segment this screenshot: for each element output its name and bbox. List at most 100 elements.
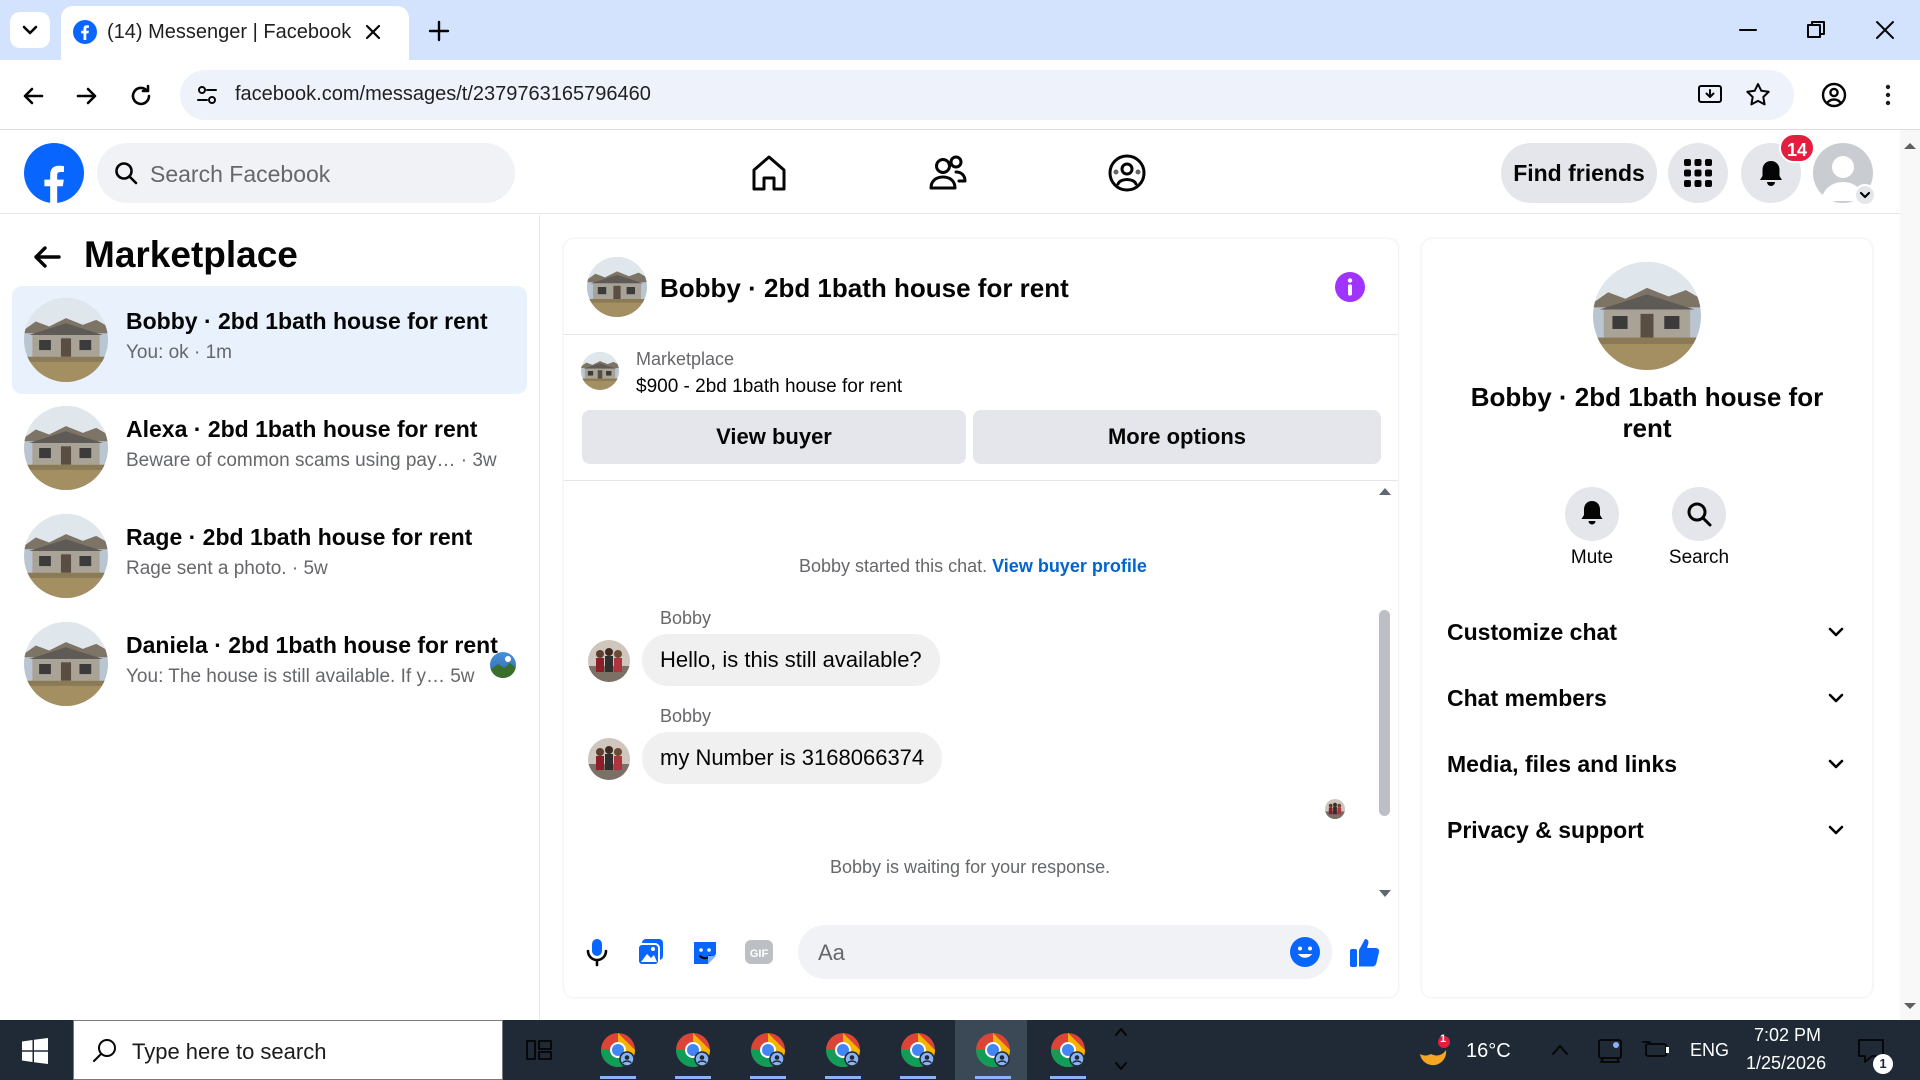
clock-date[interactable]: 1/25/2026 <box>1746 1053 1826 1074</box>
menu-grid-button[interactable] <box>1668 143 1728 203</box>
url-text[interactable]: facebook.com/messages/t/2379763165796460 <box>235 83 651 106</box>
media-files-links-row[interactable]: Media, files and links <box>1447 739 1847 789</box>
mute-button[interactable] <box>1565 487 1619 541</box>
address-bar[interactable]: facebook.com/messages/t/2379763165796460 <box>180 70 1794 120</box>
gif-icon[interactable]: GIF <box>744 938 774 966</box>
seen-receipt-avatar <box>1325 799 1345 819</box>
battery-icon[interactable] <box>1642 1036 1672 1064</box>
conversation-avatar <box>24 406 108 490</box>
scroll-down-icon[interactable] <box>1378 888 1392 900</box>
like-thumb-icon[interactable] <box>1348 935 1382 969</box>
conversation-item[interactable]: Daniela · 2bd 1bath house for rent You: T… <box>12 610 527 718</box>
weather-temp[interactable]: 16°C <box>1466 1040 1511 1063</box>
waiting-notice: Bobby is waiting for your response. <box>830 857 1111 877</box>
new-tab-icon[interactable] <box>426 18 452 44</box>
taskbar-search[interactable]: Type here to search <box>73 1020 503 1080</box>
facebook-favicon-icon <box>72 19 98 45</box>
message-scrollbar[interactable] <box>1379 610 1390 816</box>
tab-search-button[interactable] <box>10 12 50 48</box>
sender-avatar[interactable] <box>588 640 630 682</box>
chrome-app-icon[interactable] <box>673 1030 713 1070</box>
app-running-indicator <box>825 1076 861 1079</box>
view-buyer-button[interactable]: View buyer <box>582 410 966 464</box>
more-options-button[interactable]: More options <box>973 410 1381 464</box>
page-scrollbar[interactable] <box>1900 130 1920 1020</box>
close-tab-icon[interactable] <box>361 20 385 44</box>
privacy-support-row[interactable]: Privacy & support <box>1447 805 1847 855</box>
chat-info-icon[interactable] <box>1334 271 1366 303</box>
view-buyer-profile-link[interactable]: View buyer profile <box>992 556 1147 576</box>
site-info-icon[interactable] <box>194 82 220 108</box>
taskbar-scroll-up-icon[interactable] <box>1113 1024 1129 1040</box>
message-input-placeholder: Aa <box>818 940 845 965</box>
conversation-preview: Beware of common scams using pay… · 3w <box>126 450 497 471</box>
home-nav-icon[interactable] <box>746 150 792 196</box>
section-label: Media, files and links <box>1447 751 1678 777</box>
sticker-icon[interactable] <box>690 936 720 968</box>
conversation-avatar <box>24 298 108 382</box>
reload-icon[interactable] <box>126 81 156 111</box>
tray-overflow-icon[interactable] <box>1550 1040 1570 1060</box>
profile-icon[interactable] <box>1819 80 1849 110</box>
chat-title[interactable]: Bobby · 2bd 1bath house for rent <box>660 273 1069 304</box>
chrome-app-icon[interactable] <box>898 1030 938 1070</box>
search-icon <box>1685 500 1713 528</box>
close-window-icon[interactable] <box>1873 18 1897 42</box>
clock-time[interactable]: 7:02 PM <box>1754 1025 1821 1046</box>
facebook-search-input[interactable]: Search Facebook <box>97 143 515 203</box>
listing-thumbnail[interactable] <box>581 352 619 390</box>
search-icon <box>91 1037 119 1065</box>
sender-avatar[interactable] <box>588 738 630 780</box>
browser-tab[interactable]: (14) Messenger | Facebook <box>61 6 409 60</box>
chrome-app-icon[interactable] <box>598 1030 638 1070</box>
restore-icon[interactable] <box>1804 18 1828 42</box>
minimize-icon[interactable] <box>1736 18 1760 42</box>
notification-badge: 14 <box>1779 133 1816 163</box>
seen-avatar <box>490 652 516 678</box>
chat-avatar[interactable] <box>587 257 647 317</box>
facebook-logo-icon[interactable] <box>23 142 85 204</box>
account-chevron-icon[interactable] <box>1854 184 1876 206</box>
chrome-app-icon[interactable] <box>823 1030 863 1070</box>
message-bubble[interactable]: my Number is 3168066374 <box>642 732 943 784</box>
conversation-preview: You: The house is still available. If y…… <box>126 666 475 687</box>
message-bubble[interactable]: Hello, is this still available? <box>642 634 940 686</box>
browser-menu-icon[interactable] <box>1873 80 1903 110</box>
install-app-icon[interactable] <box>1696 82 1724 108</box>
chrome-app-icon[interactable] <box>748 1030 788 1070</box>
windows-start-icon[interactable] <box>22 1038 48 1064</box>
scroll-up-icon[interactable] <box>1378 485 1392 497</box>
message-input[interactable]: Aa <box>798 925 1332 979</box>
taskbar-search-placeholder: Type here to search <box>132 1039 327 1064</box>
language-indicator[interactable]: ENG <box>1690 1040 1729 1061</box>
customize-chat-row[interactable]: Customize chat <box>1447 607 1847 657</box>
conversation-preview: You: ok · 1m <box>126 342 232 363</box>
bookmark-star-icon[interactable] <box>1744 81 1772 109</box>
app-running-indicator <box>675 1076 711 1079</box>
task-view-icon[interactable] <box>524 1036 554 1064</box>
chevron-down-icon <box>1828 627 1844 637</box>
chrome-app-icon[interactable] <box>1048 1030 1088 1070</box>
groups-nav-icon[interactable] <box>1104 150 1150 196</box>
back-icon[interactable] <box>18 81 48 111</box>
search-conversation-button[interactable] <box>1672 487 1726 541</box>
friends-nav-icon[interactable] <box>925 150 971 196</box>
chat-members-row[interactable]: Chat members <box>1447 673 1847 723</box>
listing-price[interactable]: $900 - 2bd 1bath house for rent <box>636 376 902 398</box>
divider <box>564 480 1398 481</box>
back-arrow-icon[interactable] <box>28 238 66 276</box>
forward-icon[interactable] <box>72 81 102 111</box>
conversation-item[interactable]: Alexa · 2bd 1bath house for rent Beware o… <box>12 394 527 502</box>
details-avatar[interactable] <box>1593 262 1701 370</box>
conversation-item[interactable]: Bobby · 2bd 1bath house for rent You: ok … <box>12 286 527 394</box>
microphone-icon[interactable] <box>582 936 612 968</box>
taskbar-scroll-down-icon[interactable] <box>1113 1058 1129 1074</box>
emoji-icon[interactable] <box>1289 936 1321 968</box>
chrome-app-icon[interactable] <box>973 1030 1013 1070</box>
photo-attach-icon[interactable] <box>636 936 666 968</box>
weather-icon[interactable] <box>1414 1034 1454 1066</box>
conversation-item[interactable]: Rage · 2bd 1bath house for rent Rage sent… <box>12 502 527 610</box>
find-friends-button[interactable]: Find friends <box>1501 143 1657 203</box>
chat-started-notice: Bobby started this chat. View buyer prof… <box>799 556 1147 577</box>
network-icon[interactable] <box>1596 1036 1624 1064</box>
